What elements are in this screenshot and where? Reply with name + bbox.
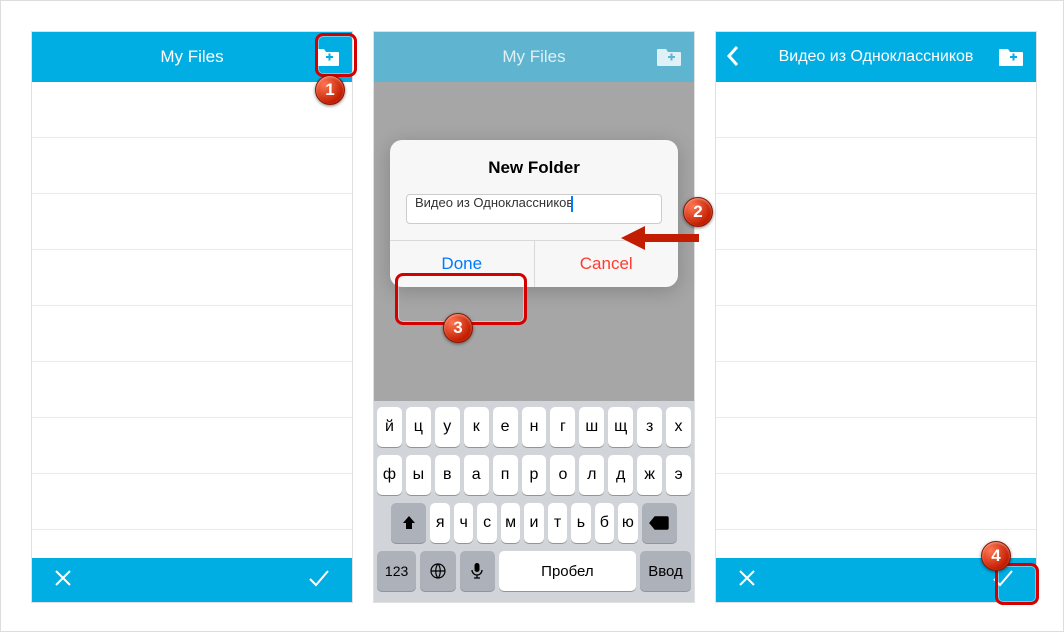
header: My Files — [374, 32, 694, 82]
add-folder-button[interactable] — [656, 47, 682, 67]
file-list — [32, 82, 352, 558]
keyboard: йцукенгшщзх фывапролджэ ячсмитьбю 123 Пр… — [374, 401, 694, 602]
list-item[interactable] — [32, 362, 352, 418]
key-з[interactable]: з — [637, 407, 662, 447]
footer — [32, 558, 352, 602]
folder-name-input[interactable]: Видео из Одноклассников — [406, 194, 662, 224]
enter-key[interactable]: Ввод — [640, 551, 691, 591]
key-у[interactable]: у — [435, 407, 460, 447]
add-folder-button[interactable] — [998, 47, 1024, 67]
key-т[interactable]: т — [548, 503, 567, 543]
add-folder-button[interactable] — [314, 47, 340, 67]
list-item[interactable] — [32, 138, 352, 194]
screen-my-files: My Files — [31, 31, 353, 603]
header-title: My Files — [502, 47, 565, 67]
screen-new-folder-dialog: My Files New Folder Видео из Одноклассни… — [373, 31, 695, 603]
key-а[interactable]: а — [464, 455, 489, 495]
key-н[interactable]: н — [522, 407, 547, 447]
folder-plus-icon — [998, 47, 1024, 67]
list-item[interactable] — [716, 250, 1036, 306]
file-list — [716, 82, 1036, 558]
list-item[interactable] — [32, 306, 352, 362]
key-я[interactable]: я — [430, 503, 449, 543]
list-item[interactable] — [32, 194, 352, 250]
header: Видео из Одноклассников — [716, 32, 1036, 82]
key-о[interactable]: о — [550, 455, 575, 495]
list-item[interactable] — [716, 138, 1036, 194]
folder-plus-icon — [314, 47, 340, 67]
list-item[interactable] — [716, 82, 1036, 138]
list-item[interactable] — [716, 474, 1036, 530]
key-п[interactable]: п — [493, 455, 518, 495]
key-ы[interactable]: ы — [406, 455, 431, 495]
key-м[interactable]: м — [501, 503, 520, 543]
list-item[interactable] — [716, 362, 1036, 418]
list-item[interactable] — [716, 194, 1036, 250]
cancel-button[interactable] — [736, 567, 762, 593]
back-button[interactable] — [726, 45, 750, 69]
list-item[interactable] — [32, 418, 352, 474]
space-key[interactable]: Пробел — [499, 551, 636, 591]
key-ф[interactable]: ф — [377, 455, 402, 495]
list-item[interactable] — [716, 306, 1036, 362]
mic-key[interactable] — [460, 551, 495, 591]
done-button[interactable]: Done — [390, 241, 534, 287]
confirm-button[interactable] — [990, 567, 1016, 593]
header: My Files — [32, 32, 352, 82]
key-и[interactable]: и — [524, 503, 543, 543]
key-й[interactable]: й — [377, 407, 402, 447]
screen-folder-view: Видео из Одноклассников — [715, 31, 1037, 603]
key-в[interactable]: в — [435, 455, 460, 495]
key-с[interactable]: с — [477, 503, 496, 543]
cancel-button[interactable]: Cancel — [534, 241, 679, 287]
key-р[interactable]: р — [522, 455, 547, 495]
cancel-button[interactable] — [52, 567, 78, 593]
key-д[interactable]: д — [608, 455, 633, 495]
list-item[interactable] — [32, 474, 352, 530]
key-щ[interactable]: щ — [608, 407, 633, 447]
confirm-button[interactable] — [306, 567, 332, 593]
numeric-key[interactable]: 123 — [377, 551, 416, 591]
header-title: My Files — [160, 47, 223, 67]
backspace-key[interactable] — [642, 503, 677, 543]
key-г[interactable]: г — [550, 407, 575, 447]
key-б[interactable]: б — [595, 503, 614, 543]
key-ю[interactable]: ю — [618, 503, 637, 543]
header-title: Видео из Одноклассников — [779, 48, 974, 66]
list-item[interactable] — [32, 250, 352, 306]
key-ч[interactable]: ч — [454, 503, 473, 543]
globe-key[interactable] — [420, 551, 455, 591]
key-л[interactable]: л — [579, 455, 604, 495]
key-к[interactable]: к — [464, 407, 489, 447]
dialog-title: New Folder — [390, 158, 678, 178]
key-ш[interactable]: ш — [579, 407, 604, 447]
footer — [716, 558, 1036, 602]
key-ц[interactable]: ц — [406, 407, 431, 447]
key-х[interactable]: х — [666, 407, 691, 447]
key-ь[interactable]: ь — [571, 503, 590, 543]
key-ж[interactable]: ж — [637, 455, 662, 495]
shift-key[interactable] — [391, 503, 426, 543]
folder-plus-icon — [656, 47, 682, 67]
key-э[interactable]: э — [666, 455, 691, 495]
new-folder-dialog: New Folder Видео из Одноклассников Done … — [390, 140, 678, 287]
list-item[interactable] — [32, 82, 352, 138]
key-е[interactable]: е — [493, 407, 518, 447]
list-item[interactable] — [716, 418, 1036, 474]
